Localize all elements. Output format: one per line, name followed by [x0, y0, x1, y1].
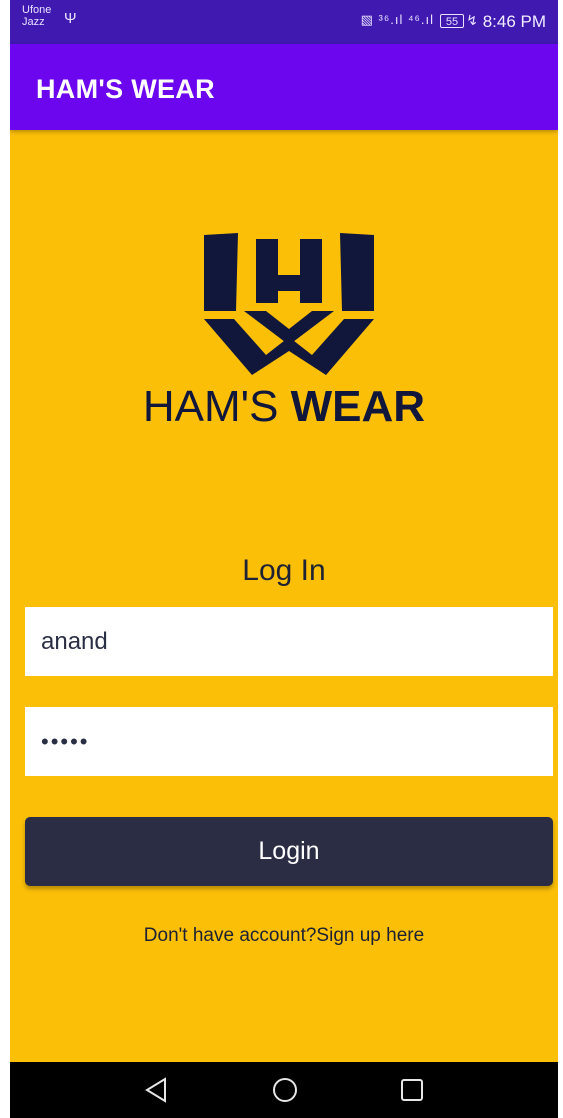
- app-bar: HAM'S WEAR: [10, 44, 558, 130]
- battery-icon: 55: [440, 14, 464, 28]
- logo-wordmark: HAM'S WEAR: [10, 382, 558, 432]
- back-icon[interactable]: [143, 1076, 171, 1104]
- login-button[interactable]: Login: [25, 817, 553, 886]
- carrier-ufone: Ufone: [22, 4, 52, 16]
- recents-icon[interactable]: [398, 1076, 426, 1104]
- navigation-bar: [10, 1062, 558, 1118]
- logo-brand-bold: WEAR: [290, 382, 426, 431]
- status-bar: Ufone Jazz Ψ ▧​ ³⁶.ıl ⁴⁶.ıl 55 ↯ 8:46 PM: [10, 0, 558, 44]
- carrier-jazz: Jazz: [22, 16, 45, 28]
- home-icon[interactable]: [271, 1076, 299, 1104]
- clock: 8:46 PM: [482, 12, 546, 31]
- signal-icons: ▧​ ³⁶.ıl ⁴⁶.ıl: [360, 12, 434, 27]
- app-title: HAM'S WEAR: [36, 74, 215, 104]
- signup-link[interactable]: Don't have account?Sign up here: [10, 925, 558, 947]
- usb-icon: Ψ: [64, 10, 77, 27]
- carrier-labels: Ufone Jazz: [22, 4, 51, 28]
- password-input[interactable]: [25, 707, 553, 776]
- logo-brand-light: HAM'S: [142, 382, 291, 431]
- form-title: Log In: [242, 554, 326, 587]
- logo-mark-icon: [204, 233, 374, 375]
- username-input[interactable]: [25, 607, 553, 676]
- charging-icon: ↯: [466, 12, 478, 28]
- app-screen: Ufone Jazz Ψ ▧​ ³⁶.ıl ⁴⁶.ıl 55 ↯ 8:46 PM…: [10, 0, 558, 1118]
